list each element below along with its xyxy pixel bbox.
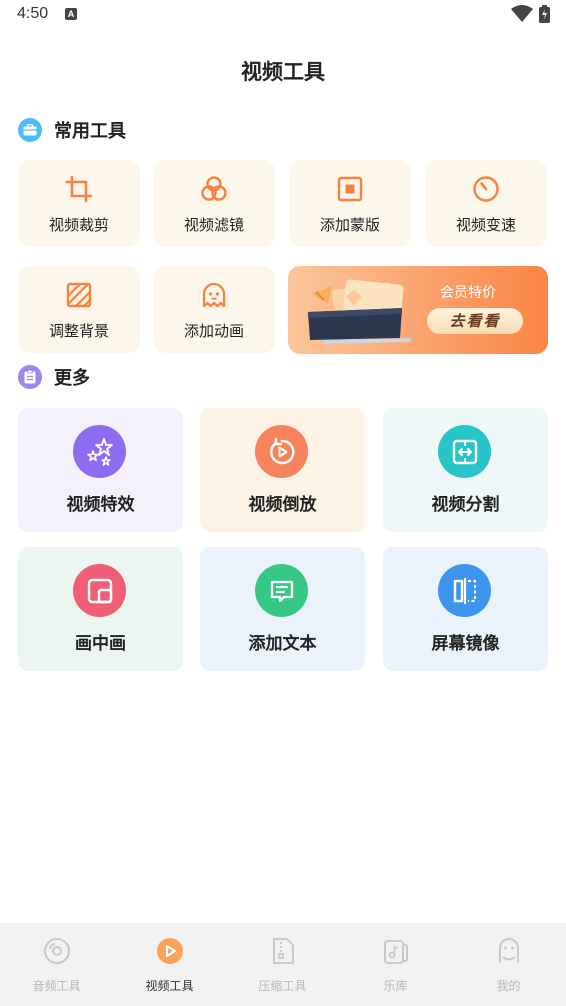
ghost-icon (202, 282, 226, 308)
profile-icon (499, 938, 519, 963)
status-bar: 4:50 A (0, 0, 566, 30)
tool-label: 视频变速 (455, 216, 516, 234)
speed-icon (473, 176, 499, 202)
wifi-icon (511, 5, 533, 22)
more-label: 视频倒放 (248, 495, 317, 515)
tool-label: 添加动画 (183, 322, 244, 340)
banner-title: 会员特价 (440, 285, 496, 301)
nav-video-tools[interactable]: 视频工具 (113, 923, 226, 1006)
status-time: 4:50 (17, 5, 49, 22)
more-add-text[interactable]: 添加文本 (200, 547, 365, 671)
section-label-common: 常用工具 (54, 121, 126, 142)
tool-adjust-background[interactable]: 调整背景 (18, 266, 140, 353)
gift-box-illustration (308, 279, 412, 344)
effects-circle (73, 425, 126, 478)
tool-label: 视频滤镜 (183, 216, 244, 234)
mirror-icon (453, 577, 476, 604)
tool-label: 添加蒙版 (319, 216, 380, 234)
nav-label: 我的 (496, 979, 521, 993)
nav-music-library[interactable]: 乐库 (339, 923, 452, 1006)
more-screen-mirror[interactable]: 屏幕镜像 (383, 547, 548, 671)
nav-label: 乐库 (383, 979, 408, 993)
more-label: 画中画 (75, 634, 126, 654)
filter-icon (201, 176, 227, 201)
nav-label: 视频工具 (145, 979, 194, 993)
tool-label: 调整背景 (48, 322, 109, 340)
tool-video-filter[interactable]: 视频滤镜 (153, 160, 275, 247)
more-video-split[interactable]: 视频分割 (383, 408, 548, 532)
background-icon (66, 282, 92, 308)
audio-icon (44, 938, 70, 964)
section-common-tools: 常用工具 (18, 117, 126, 143)
more-label: 视频分割 (431, 495, 500, 515)
nav-audio-tools[interactable]: 音频工具 (0, 923, 113, 1006)
nav-label: 压缩工具 (258, 979, 307, 993)
vip-promo-banner[interactable]: 会员特价 去看看 (288, 266, 548, 354)
split-circle (438, 425, 491, 478)
stars-icon (86, 437, 113, 466)
toolbox-icon (18, 118, 42, 142)
more-label: 添加文本 (248, 634, 317, 654)
mask-icon (337, 176, 363, 202)
music-library-icon (384, 940, 408, 964)
pip-icon (87, 578, 112, 603)
more-video-reverse[interactable]: 视频倒放 (200, 408, 365, 532)
tool-add-animation[interactable]: 添加动画 (153, 266, 275, 353)
nav-compress-tools[interactable]: 压缩工具 (226, 923, 339, 1006)
clipboard-icon (18, 365, 42, 389)
crop-icon (65, 175, 93, 203)
tool-label: 视频裁剪 (48, 216, 109, 234)
bottom-nav: 音频工具 视频工具 压缩工具 乐库 我的 (0, 923, 566, 1006)
tool-video-speed[interactable]: 视频变速 (425, 160, 547, 247)
banner-button[interactable]: 去看看 (427, 308, 523, 334)
section-label-more: 更多 (54, 368, 90, 389)
nav-profile[interactable]: 我的 (452, 923, 565, 1006)
more-video-effects[interactable]: 视频特效 (18, 408, 183, 532)
reverse-circle (255, 425, 308, 478)
split-icon (452, 439, 477, 464)
section-more: 更多 (18, 364, 90, 390)
compress-icon (273, 938, 294, 964)
video-icon (157, 938, 183, 964)
text-circle (255, 564, 308, 617)
reverse-icon (269, 437, 294, 464)
nav-label: 音频工具 (32, 979, 81, 993)
battery-icon (539, 5, 550, 23)
more-picture-in-picture[interactable]: 画中画 (18, 547, 183, 671)
text-icon (270, 580, 293, 602)
tool-video-crop[interactable]: 视频裁剪 (18, 160, 140, 247)
mirror-circle (438, 564, 491, 617)
page-title: 视频工具 (241, 60, 325, 84)
notification-a-icon: A (65, 8, 77, 20)
tool-add-mask[interactable]: 添加蒙版 (289, 160, 411, 247)
pip-circle (73, 564, 126, 617)
more-label: 视频特效 (66, 495, 135, 515)
more-label: 屏幕镜像 (431, 634, 500, 654)
